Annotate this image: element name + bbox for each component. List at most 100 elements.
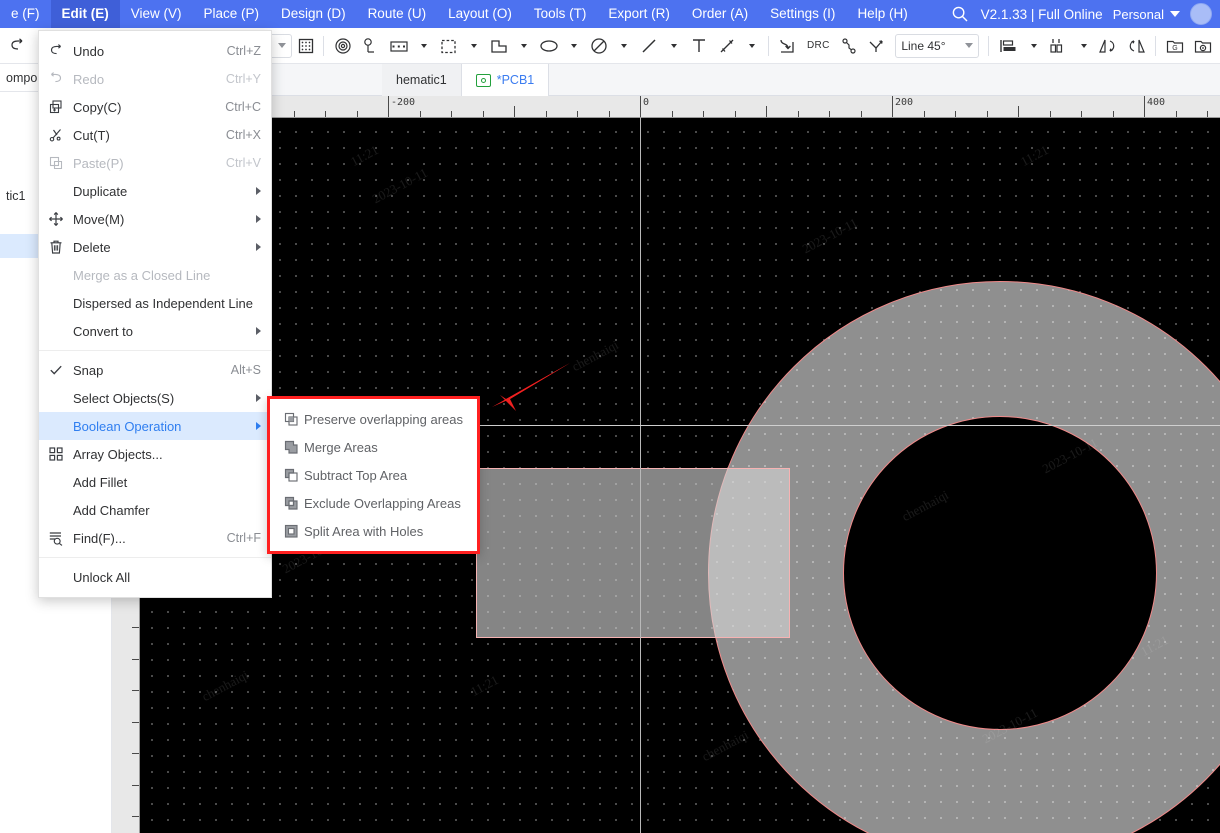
ruler-minor-tick [797, 111, 799, 117]
place-forbidden-dropdown[interactable] [614, 33, 634, 59]
menu-item-label: Find(F)... [73, 530, 126, 546]
edit-menu-item-select-objects-s[interactable]: Select Objects(S) [39, 384, 271, 412]
edit-menu-item-unlock-all[interactable]: Unlock All [39, 563, 271, 591]
place-line-icon[interactable] [636, 33, 662, 59]
place-ellipse-dropdown[interactable] [564, 33, 584, 59]
menu-edit[interactable]: Edit (E) [50, 0, 120, 28]
place-polygon-dropdown[interactable] [514, 33, 534, 59]
menu-route[interactable]: Route (U) [357, 0, 438, 28]
submenu-arrow-icon [256, 394, 261, 402]
route-import-icon[interactable] [774, 33, 800, 59]
place-pad-icon[interactable] [358, 33, 384, 59]
place-rect-dropdown[interactable] [414, 33, 434, 59]
edit-menu-item-find-f[interactable]: Find(F)... Ctrl+F [39, 524, 271, 552]
menu-place[interactable]: Place (P) [193, 0, 271, 28]
search-icon[interactable] [949, 3, 971, 25]
menu-item-shortcut: Ctrl+F [226, 531, 261, 545]
gerber-export-icon[interactable]: G [1162, 33, 1188, 59]
place-line-dropdown[interactable] [664, 33, 684, 59]
boolean-submenu-item-merge-areas[interactable]: Merge Areas [270, 433, 477, 461]
horizontal-ruler[interactable]: -600-400-2000200400600800 [140, 96, 1220, 118]
overlap-rectangle-shape[interactable] [476, 468, 790, 638]
edit-menu-item-duplicate[interactable]: Duplicate [39, 177, 271, 205]
menu-item-shortcut: Ctrl+Y [225, 72, 261, 86]
menu-item-label: Snap [73, 362, 104, 378]
preserve-overlap-icon [278, 412, 304, 427]
place-polygon-icon[interactable] [486, 33, 512, 59]
menu-view[interactable]: View (V) [120, 0, 193, 28]
place-text-icon[interactable] [686, 33, 712, 59]
avatar[interactable] [1190, 3, 1212, 25]
edit-menu-item-dispersed-as-independent-line[interactable]: Dispersed as Independent Line [39, 289, 271, 317]
flip-vertical-icon[interactable] [1123, 33, 1149, 59]
menu-export[interactable]: Export (R) [597, 0, 681, 28]
boolean-operation-submenu: Preserve overlapping areas Merge Areas Sub… [267, 396, 480, 554]
edit-menu-item-snap[interactable]: Snap Alt+S [39, 356, 271, 384]
ruler-minor-tick [419, 111, 421, 117]
settings-folder-icon[interactable] [1190, 33, 1216, 59]
boolean-submenu-item-split-area-with-holes[interactable]: Split Area with Holes [270, 517, 477, 545]
menu-help[interactable]: Help (H) [846, 0, 918, 28]
edit-menu-item-array-objects[interactable]: Array Objects... [39, 440, 271, 468]
submenu-arrow-icon [256, 243, 261, 251]
distribute-dropdown[interactable] [1073, 33, 1093, 59]
tab-schematic1[interactable]: hematic1 [382, 64, 462, 96]
pcb-icon [475, 73, 491, 87]
align-dropdown[interactable] [1023, 33, 1043, 59]
account-menu[interactable]: Personal [1113, 7, 1180, 22]
edit-menu-item-boolean-operation[interactable]: Boolean Operation [39, 412, 271, 440]
tab-pcb1[interactable]: *PCB1 [461, 64, 550, 96]
boolean-submenu-item-subtract-top-area[interactable]: Subtract Top Area [270, 461, 477, 489]
ruler-minor-tick [703, 111, 704, 117]
menu-file[interactable]: e (F) [0, 0, 51, 28]
menu-design[interactable]: Design (D) [270, 0, 357, 28]
route-net-icon[interactable] [836, 33, 862, 59]
place-dimension-icon[interactable] [714, 33, 740, 59]
distribute-icon[interactable] [1045, 33, 1071, 59]
menu-settings[interactable]: Settings (I) [759, 0, 846, 28]
menu-tools[interactable]: Tools (T) [523, 0, 598, 28]
boolean-submenu-item-exclude-overlapping-areas[interactable]: Exclude Overlapping Areas [270, 489, 477, 517]
edit-menu-item-add-fillet[interactable]: Add Fillet [39, 468, 271, 496]
drc-button[interactable]: DRC [802, 33, 834, 59]
route-mode-select[interactable]: Line 45° [895, 33, 980, 58]
boolean-submenu-label: Exclude Overlapping Areas [304, 495, 461, 511]
undo-toolbar-button[interactable] [4, 33, 30, 59]
align-left-icon[interactable] [995, 33, 1021, 59]
ruler-minor-tick [132, 784, 139, 786]
boolean-submenu-item-preserve-overlapping-areas[interactable]: Preserve overlapping areas [270, 405, 477, 433]
route-branch-icon[interactable] [864, 33, 890, 59]
place-ellipse-icon[interactable] [536, 33, 562, 59]
place-rect-icon[interactable] [386, 33, 412, 59]
drc-label: DRC [807, 40, 830, 51]
place-selection-icon[interactable] [436, 33, 462, 59]
ruler-minor-tick [451, 111, 452, 117]
grid-toggle-button[interactable] [295, 33, 317, 59]
edit-menu-item-undo[interactable]: Undo Ctrl+Z [39, 37, 271, 65]
ruler-minor-tick [1081, 111, 1082, 117]
edit-menu-item-delete[interactable]: Delete [39, 233, 271, 261]
undo-icon [39, 43, 73, 59]
edit-menu-item-cut-t[interactable]: Cut(T) Ctrl+X [39, 121, 271, 149]
edit-menu-item-move-m[interactable]: Move(M) [39, 205, 271, 233]
ruler-minor-tick [1207, 111, 1208, 117]
menu-order[interactable]: Order (A) [681, 0, 759, 28]
chevron-down-icon [278, 43, 287, 48]
place-via-icon[interactable] [330, 33, 356, 59]
ruler-minor-tick [132, 627, 139, 628]
flip-horizontal-icon[interactable] [1095, 33, 1121, 59]
ruler-major-tick [892, 96, 893, 117]
menu-item-label: Add Fillet [73, 474, 128, 490]
cut-icon [39, 127, 73, 143]
ruler-major-tick [1144, 96, 1145, 117]
menu-layout[interactable]: Layout (O) [437, 0, 523, 28]
edit-menu-item-convert-to[interactable]: Convert to [39, 317, 271, 345]
edit-menu-item-copy-c[interactable]: Copy(C) Ctrl+C [39, 93, 271, 121]
place-dimension-dropdown[interactable] [742, 33, 762, 59]
place-forbidden-icon[interactable] [586, 33, 612, 59]
place-selection-dropdown[interactable] [464, 33, 484, 59]
edit-menu-item-add-chamfer[interactable]: Add Chamfer [39, 496, 271, 524]
ring-inner-hole[interactable] [843, 416, 1157, 730]
red-pointer-arrow [492, 363, 570, 411]
chevron-down-icon [965, 43, 974, 48]
